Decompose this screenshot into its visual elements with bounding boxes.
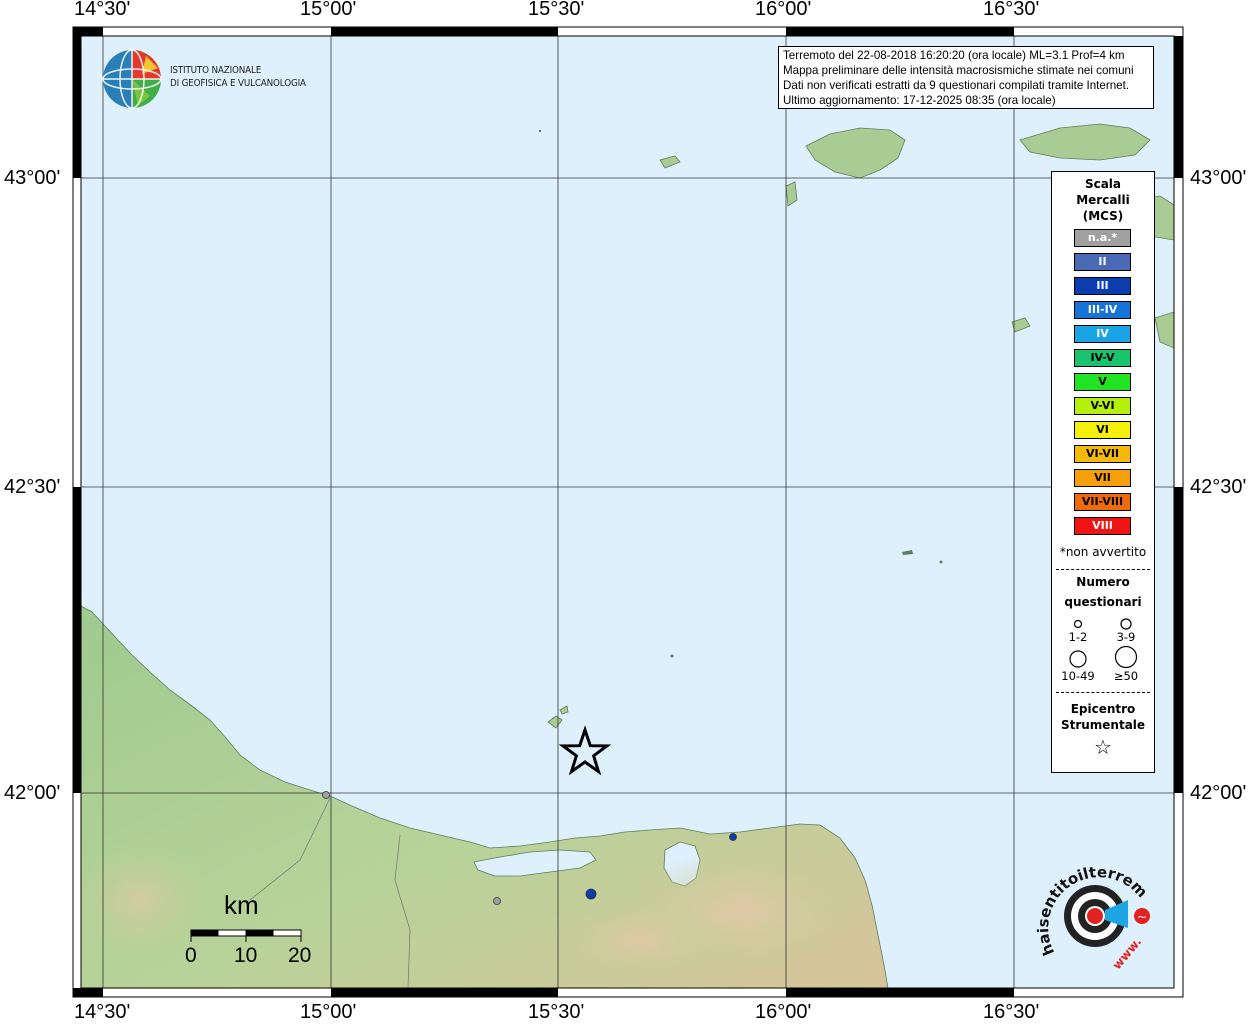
size-circle-small <box>1073 619 1083 629</box>
size-circle-medium <box>1120 618 1132 630</box>
event-info-box: Terremoto del 22-08-2018 16:20:20 (ora l… <box>778 46 1154 109</box>
point-gray-south[interactable] <box>493 897 501 905</box>
scale-bar: km 0 10 20 <box>180 890 330 980</box>
legend-title-line2: Mercalli <box>1076 193 1130 207</box>
scale-unit: km <box>224 890 259 920</box>
lon-label-bottom-4: 16°00' <box>755 1001 812 1023</box>
legend-swatch-9: VI-VII <box>1074 445 1131 463</box>
legend-swatch-2: III <box>1074 277 1131 295</box>
event-info-line3: Dati non verificati estratti da 9 questi… <box>783 79 1130 92</box>
ingv-name-line2: DI GEOFISICA E VULCANOLOGIA <box>170 78 306 89</box>
lat-label-left-3: 42°00' <box>4 782 61 804</box>
scale-label-20: 20 <box>288 944 312 967</box>
lon-label-top-2: 15°00' <box>300 0 357 20</box>
lon-label-bottom-5: 16°30' <box>983 1001 1040 1023</box>
size-label-2: 3-9 <box>1116 630 1136 644</box>
legend-swatch-1: II <box>1074 253 1131 271</box>
legend-swatch-7: V-VI <box>1074 397 1131 415</box>
lon-label-top-5: 16°30' <box>983 0 1040 20</box>
lat-label-left-2: 42°30' <box>4 476 61 498</box>
lon-label-bottom-2: 15°00' <box>300 1001 357 1023</box>
legend-note: *non avvertito <box>1059 545 1147 559</box>
event-info-line1: Terremoto del 22-08-2018 16:20:20 (ora l… <box>783 49 1125 62</box>
legend-title-line3: (MCS) <box>1082 209 1124 223</box>
epi-title-line2: Strumentale <box>1060 718 1146 732</box>
scale-label-10: 10 <box>234 944 258 967</box>
lat-label-right-3: 42°00' <box>1190 782 1247 804</box>
haisentito-logo[interactable]: haisentitoilterremoto.it ~ www. <box>1025 844 1160 988</box>
lat-label-right-1: 43°00' <box>1190 167 1247 189</box>
legend-swatch-3: III-IV <box>1074 301 1131 319</box>
svg-text:~: ~ <box>1137 910 1147 924</box>
legend-swatch-4: IV <box>1074 325 1131 343</box>
lon-label-top-1: 14°30' <box>74 0 131 20</box>
lat-label-left-1: 43°00' <box>4 167 61 189</box>
event-info-line2: Mappa preliminare delle intensità macros… <box>783 64 1134 77</box>
ingv-name: ISTITUTO NAZIONALE DI GEOFISICA E VULCAN… <box>170 64 306 90</box>
legend-swatch-11: VII-VIII <box>1074 493 1131 511</box>
size-label-4: ≥50 <box>1113 669 1139 683</box>
scale-label-0: 0 <box>185 944 197 967</box>
legend-swatch-8: VI <box>1074 421 1131 439</box>
lon-label-top-3: 15°30' <box>528 0 585 20</box>
point-gray-north[interactable] <box>322 791 330 799</box>
legend-swatch-6: V <box>1074 373 1131 391</box>
legend-swatch-10: VII <box>1074 469 1131 487</box>
count-title-line2: questionari <box>1064 595 1142 609</box>
mcs-legend: Scala Mercalli (MCS) n.a.* II III III-IV IV I… <box>1051 171 1155 773</box>
lon-label-bottom-3: 15°30' <box>528 1001 585 1023</box>
epi-title-line1: Epicentro <box>1070 702 1136 716</box>
size-label-3: 10-49 <box>1061 669 1095 683</box>
lon-label-top-4: 16°00' <box>755 0 812 20</box>
event-info-line4: Ultimo aggiornamento: 17-12-2025 08:35 (… <box>783 94 1056 107</box>
point-blue-center[interactable] <box>585 888 597 900</box>
legend-title-line1: Scala <box>1084 177 1122 191</box>
count-title-line1: Numero <box>1076 575 1130 589</box>
ingv-name-line1: ISTITUTO NAZIONALE <box>170 65 262 76</box>
lat-label-right-2: 42°30' <box>1190 476 1247 498</box>
size-label-1: 1-2 <box>1068 630 1088 644</box>
legend-swatch-12: VIII <box>1074 517 1131 535</box>
haisentito-logo-prefix: www. <box>1110 935 1145 972</box>
legend-swatch-0: n.a.* <box>1074 229 1131 247</box>
epicenter-legend-icon: ☆ <box>1094 735 1112 759</box>
globe-icon <box>102 49 162 109</box>
legend-swatch-5: IV-V <box>1074 349 1131 367</box>
size-circle-large <box>1069 650 1087 668</box>
lon-label-bottom-1: 14°30' <box>74 1001 131 1023</box>
point-blue-east[interactable] <box>729 833 737 841</box>
size-circle-xlarge <box>1114 645 1138 669</box>
